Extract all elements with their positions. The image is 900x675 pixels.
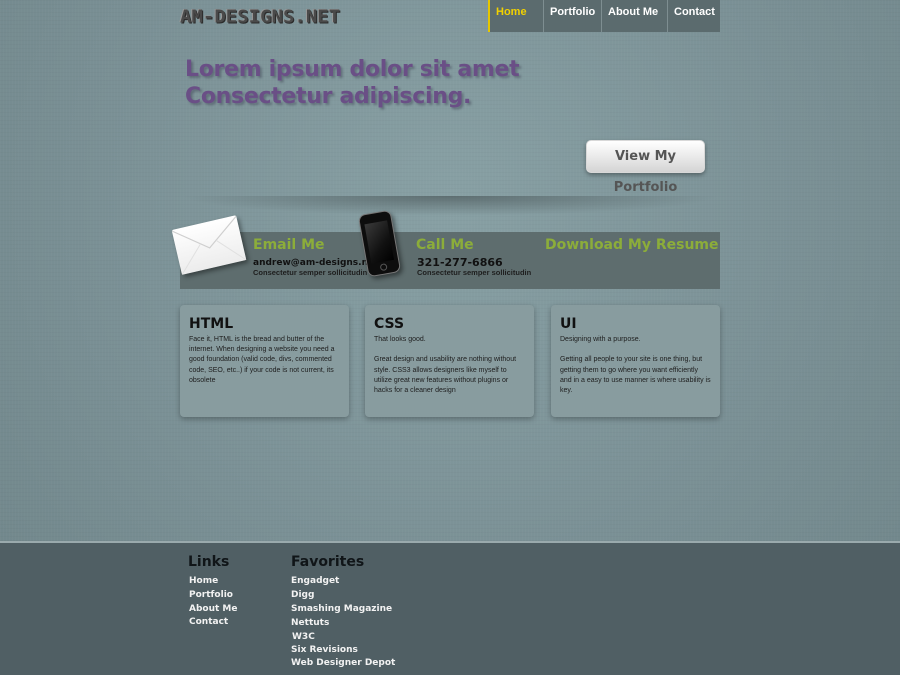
- email-subtext: Consectetur semper sollicitudin: [253, 268, 368, 277]
- download-resume-link[interactable]: Download My Resume: [545, 237, 719, 253]
- footer-link-contact[interactable]: Contact: [189, 617, 228, 627]
- card-text: That looks good. Great design and usabil…: [374, 336, 517, 395]
- call-subtext: Consectetur semper sollicitudin: [417, 268, 532, 277]
- email-me-title[interactable]: Email Me: [253, 237, 325, 253]
- footer-link-home[interactable]: Home: [189, 576, 218, 586]
- card-title: UI: [560, 316, 577, 332]
- favorite-link-smashing-magazine[interactable]: Smashing Magazine: [291, 604, 392, 614]
- favorite-link-web-designer-depot[interactable]: Web Designer Depot: [291, 658, 395, 668]
- hero-divider-shadow: [180, 196, 720, 216]
- hero-heading: Lorem ipsum dolor sit amet Consectetur a…: [185, 56, 520, 110]
- favorite-link-six-revisions[interactable]: Six Revisions: [291, 645, 358, 655]
- nav-item-about-me[interactable]: About Me: [601, 0, 667, 32]
- card-ui: UI Designing with a purpose. Getting all…: [551, 305, 720, 417]
- footer-link-portfolio[interactable]: Portfolio: [189, 590, 233, 600]
- nav-item-contact[interactable]: Contact: [667, 0, 720, 32]
- footer: Links Home Portfolio About Me Contact Fa…: [0, 541, 900, 675]
- hero-line-1: Lorem ipsum dolor sit amet: [185, 57, 520, 82]
- card-text: Designing with a purpose. Getting all pe…: [560, 336, 711, 395]
- nav-item-home[interactable]: Home: [488, 0, 543, 32]
- favorite-link-digg[interactable]: Digg: [291, 590, 314, 600]
- card-title: HTML: [189, 316, 234, 332]
- email-address[interactable]: andrew@am-designs.net: [253, 258, 378, 268]
- phone-home-button: [379, 263, 388, 272]
- favorite-link-engadget[interactable]: Engadget: [291, 576, 339, 586]
- main-nav: Home Portfolio About Me Contact: [488, 0, 720, 32]
- phone-screen: [364, 220, 395, 264]
- footer-link-about-me[interactable]: About Me: [189, 604, 238, 614]
- hero-line-2: Consectetur adipiscing.: [185, 84, 472, 109]
- footer-links-heading: Links: [188, 554, 230, 570]
- view-portfolio-button[interactable]: View My Portfolio: [586, 140, 705, 195]
- card-text: Face it, HTML is the bread and butter of…: [189, 336, 335, 384]
- call-me-title[interactable]: Call Me: [416, 237, 474, 253]
- card-css: CSS That looks good. Great design and us…: [365, 305, 534, 417]
- site-logo[interactable]: AM-DESIGNS.NET: [180, 7, 340, 28]
- card-html: HTML Face it, HTML is the bread and butt…: [180, 305, 349, 417]
- card-title: CSS: [374, 316, 405, 332]
- footer-favorites-heading: Favorites: [291, 554, 365, 570]
- favorite-link-nettuts[interactable]: Nettuts: [291, 618, 329, 628]
- favorite-link-w3c[interactable]: W3C: [292, 632, 315, 642]
- nav-item-portfolio[interactable]: Portfolio: [543, 0, 601, 32]
